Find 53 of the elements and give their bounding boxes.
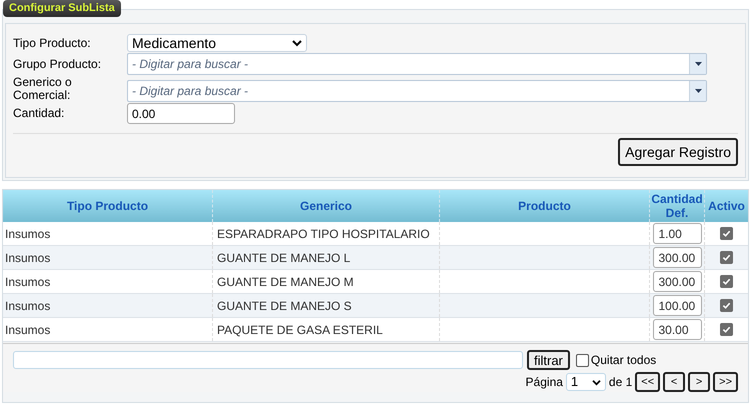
table-cell-text: Insumos <box>5 226 50 242</box>
page-nav-button[interactable]: >> <box>713 372 738 392</box>
checkbox[interactable] <box>720 275 733 288</box>
check-icon <box>722 229 731 238</box>
add-record-button[interactable]: Agregar Registro <box>618 138 738 166</box>
page-nav-button[interactable]: << <box>635 372 660 392</box>
table-cell-text: Insumos <box>5 250 50 266</box>
checkbox-label: Quitar todos <box>590 352 656 369</box>
combo-field[interactable]: - Digitar para buscar - <box>127 53 707 75</box>
page-nav-button[interactable]: < <box>663 372 686 392</box>
table-cell-text: Insumos <box>5 274 50 290</box>
filter-button[interactable]: filtrar <box>527 350 570 370</box>
filter-field[interactable] <box>13 351 523 369</box>
page-count: de 1 <box>608 374 632 391</box>
column-header: Activo <box>707 198 746 215</box>
quantity-input[interactable]: 100.00 <box>652 295 702 316</box>
table-cell-text: Insumos <box>5 322 50 338</box>
page-label: Página <box>526 374 563 391</box>
dropdown-button[interactable] <box>689 81 706 101</box>
page-nav-button[interactable]: > <box>688 372 710 392</box>
caret-icon <box>694 62 702 66</box>
check-icon <box>722 253 731 262</box>
table-cell-text: GUANTE DE MANEJO S <box>217 298 352 314</box>
quantity-input[interactable]: 300.00 <box>652 271 702 292</box>
chevron-down-icon <box>592 378 601 386</box>
check-icon <box>722 325 731 334</box>
caret-icon <box>694 89 702 93</box>
checkbox[interactable] <box>720 227 733 240</box>
table-cell-text: PAQUETE DE GASA ESTERIL <box>217 322 383 338</box>
dropdown-button[interactable] <box>689 54 706 74</box>
table-cell-text: GUANTE DE MANEJO L <box>217 250 350 266</box>
page-select[interactable]: 1 <box>566 373 606 391</box>
quantity-field[interactable]: 0.00 <box>127 103 235 124</box>
section-legend: Configurar SubLista <box>9 0 115 17</box>
quantity-input[interactable]: 1.00 <box>652 223 702 244</box>
table-cell-text: ESPARADRAPO TIPO HOSPITALARIO <box>217 226 430 242</box>
checkbox[interactable] <box>720 323 733 336</box>
checkbox[interactable] <box>720 251 733 264</box>
select-field[interactable]: Medicamento <box>127 34 307 52</box>
check-icon <box>722 277 731 286</box>
checkbox[interactable] <box>720 299 733 312</box>
field-label: Generico o Comercial: <box>13 76 73 102</box>
quantity-input[interactable]: 30.00 <box>652 319 702 340</box>
check-icon <box>722 301 731 310</box>
quantity-input[interactable]: 300.00 <box>652 247 702 268</box>
checkbox[interactable] <box>576 354 589 366</box>
field-label: Cantidad: <box>13 107 66 120</box>
combo-field[interactable]: - Digitar para buscar - <box>127 80 707 102</box>
field-label: Tipo Producto: <box>13 36 92 50</box>
table-cell-text: Insumos <box>5 298 50 314</box>
chevron-down-icon <box>292 39 302 47</box>
field-label: Grupo Producto: <box>13 58 102 70</box>
table-cell-text: GUANTE DE MANEJO M <box>217 274 354 290</box>
